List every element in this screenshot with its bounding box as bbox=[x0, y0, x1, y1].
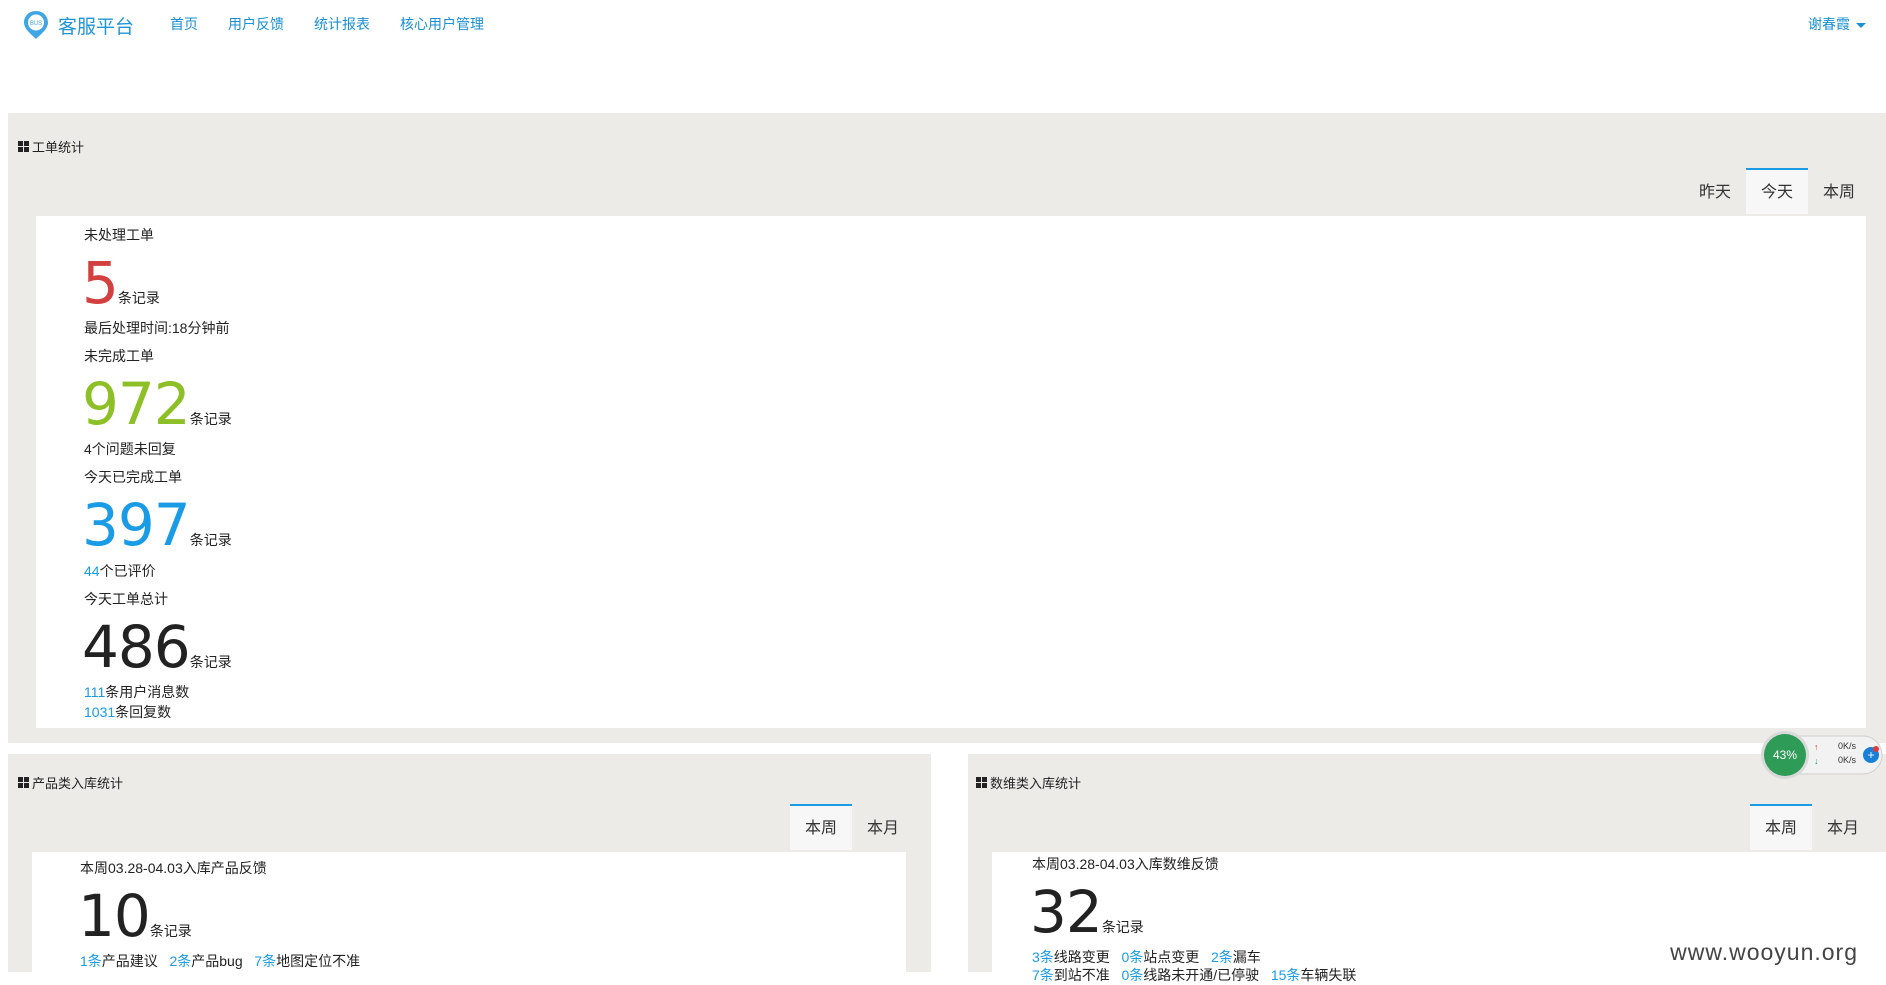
location-pin-logo-icon: BUS bbox=[22, 10, 50, 40]
count-link[interactable]: 0条 bbox=[1121, 967, 1143, 983]
caret-down-icon bbox=[1856, 22, 1866, 28]
stat-value: 486条记录 bbox=[82, 613, 232, 681]
nav-home[interactable]: 首页 bbox=[170, 14, 198, 34]
upload-speed: 0K/s bbox=[1838, 741, 1857, 751]
replies-count-link[interactable]: 1031 bbox=[84, 704, 115, 720]
time-tabs: 昨天 今天 本周 bbox=[1684, 168, 1871, 214]
stat-value: 32条记录 bbox=[1030, 878, 1144, 946]
stat-unit: 条记录 bbox=[189, 532, 232, 548]
tab-yesterday[interactable]: 昨天 bbox=[1684, 168, 1747, 214]
stat-value: 972条记录 bbox=[82, 370, 232, 438]
count-link[interactable]: 0条 bbox=[1121, 949, 1143, 965]
grid-icon bbox=[976, 777, 987, 788]
rated-count-link[interactable]: 44 bbox=[84, 563, 100, 579]
count-link[interactable]: 2条 bbox=[1211, 949, 1233, 965]
period-tabs: 本周 本月 bbox=[790, 804, 915, 850]
grid-icon bbox=[18, 141, 29, 152]
stat-unit: 条记录 bbox=[189, 654, 232, 670]
stat-unit: 条记录 bbox=[149, 923, 192, 939]
panel-title: 数维类入库统计 bbox=[976, 773, 1081, 792]
top-navbar: BUS 客服平台 首页 用户反馈 统计报表 核心用户管理 谢春霞 bbox=[0, 0, 1886, 46]
period-tabs: 本周 本月 bbox=[1750, 804, 1875, 850]
count-link[interactable]: 1条 bbox=[80, 953, 102, 969]
product-card: 本周03.28-04.03入库产品反馈 10条记录 1条产品建议 2条产品bug… bbox=[32, 852, 906, 972]
stat-value: 397条记录 bbox=[82, 491, 232, 559]
tab-this-week[interactable]: 本周 bbox=[1808, 168, 1871, 214]
stat-label: 未完成工单 bbox=[84, 348, 154, 364]
brand[interactable]: BUS 客服平台 bbox=[22, 10, 134, 40]
grid-icon bbox=[18, 777, 29, 788]
breakdown-row: 1条产品建议 2条产品bug 7条地图定位不准 bbox=[80, 953, 361, 969]
tab-this-month[interactable]: 本月 bbox=[1812, 804, 1875, 850]
tab-today[interactable]: 今天 bbox=[1746, 168, 1809, 214]
work-order-card: 未处理工单 5条记录 最后处理时间:18分钟前 未完成工单 972条记录 4个问… bbox=[36, 216, 1866, 728]
stat-sub: 1031条回复数 bbox=[84, 704, 172, 720]
stat-unit: 条记录 bbox=[189, 411, 232, 427]
count-link[interactable]: 7条 bbox=[1032, 967, 1054, 983]
stat-label: 今天工单总计 bbox=[84, 591, 168, 607]
watermark: www.wooyun.org bbox=[1670, 939, 1858, 965]
tab-this-week[interactable]: 本周 bbox=[790, 804, 853, 850]
nav-core-users[interactable]: 核心用户管理 bbox=[400, 14, 484, 34]
stat-sub: 4个问题未回复 bbox=[84, 441, 176, 457]
svg-text:BUS: BUS bbox=[30, 21, 42, 27]
download-speed: 0K/s bbox=[1838, 755, 1857, 765]
upload-arrow-icon: ↑ bbox=[1814, 742, 1819, 752]
tab-this-week[interactable]: 本周 bbox=[1750, 804, 1813, 850]
nav-reports[interactable]: 统计报表 bbox=[314, 14, 370, 34]
user-menu[interactable]: 谢春霞 bbox=[1808, 14, 1866, 34]
stat-sub: 111条用户消息数 bbox=[84, 684, 190, 700]
user-name: 谢春霞 bbox=[1808, 16, 1850, 32]
count-link[interactable]: 3条 bbox=[1032, 949, 1054, 965]
panel-title: 工单统计 bbox=[18, 137, 84, 156]
stat-label: 今天已完成工单 bbox=[84, 469, 182, 485]
count-link[interactable]: 15条 bbox=[1271, 967, 1301, 983]
messages-count-link[interactable]: 111 bbox=[84, 684, 105, 700]
stat-sub: 最后处理时间:18分钟前 bbox=[84, 320, 230, 336]
count-link[interactable]: 7条 bbox=[254, 953, 276, 969]
brand-name: 客服平台 bbox=[58, 16, 135, 38]
download-arrow-icon: ↓ bbox=[1814, 756, 1819, 766]
main-nav: 首页 用户反馈 统计报表 核心用户管理 bbox=[170, 14, 514, 34]
tab-this-month[interactable]: 本月 bbox=[852, 804, 915, 850]
stat-value: 5条记录 bbox=[82, 249, 160, 317]
stat-label: 未处理工单 bbox=[84, 227, 154, 243]
stat-unit: 条记录 bbox=[117, 290, 160, 306]
network-speed-widget[interactable]: 43% ↑ ↓ 0K/s 0K/s + bbox=[1760, 728, 1884, 782]
stat-label: 本周03.28-04.03入库产品反馈 bbox=[80, 860, 267, 876]
stat-value: 10条记录 bbox=[78, 882, 192, 950]
breakdown-row: 7条到站不准 0条线路未开通/已停驶 15条车辆失联 bbox=[1032, 967, 1357, 983]
count-link[interactable]: 2条 bbox=[169, 953, 191, 969]
stat-sub: 44个已评价 bbox=[84, 563, 156, 579]
network-load-percent: 43% bbox=[1773, 748, 1797, 762]
panel-title: 产品类入库统计 bbox=[18, 773, 123, 792]
nav-user-feedback[interactable]: 用户反馈 bbox=[228, 14, 284, 34]
stat-unit: 条记录 bbox=[1101, 919, 1144, 935]
stat-label: 本周03.28-04.03入库数维反馈 bbox=[1032, 856, 1219, 872]
work-order-panel: 工单统计 昨天 今天 本周 未处理工单 5条记录 最后处理时间:18分钟前 未完… bbox=[8, 113, 1886, 743]
product-panel: 产品类入库统计 本周 本月 本周03.28-04.03入库产品反馈 10条记录 … bbox=[8, 754, 931, 972]
breakdown-row: 3条线路变更 0条站点变更 2条漏车 bbox=[1032, 949, 1261, 965]
